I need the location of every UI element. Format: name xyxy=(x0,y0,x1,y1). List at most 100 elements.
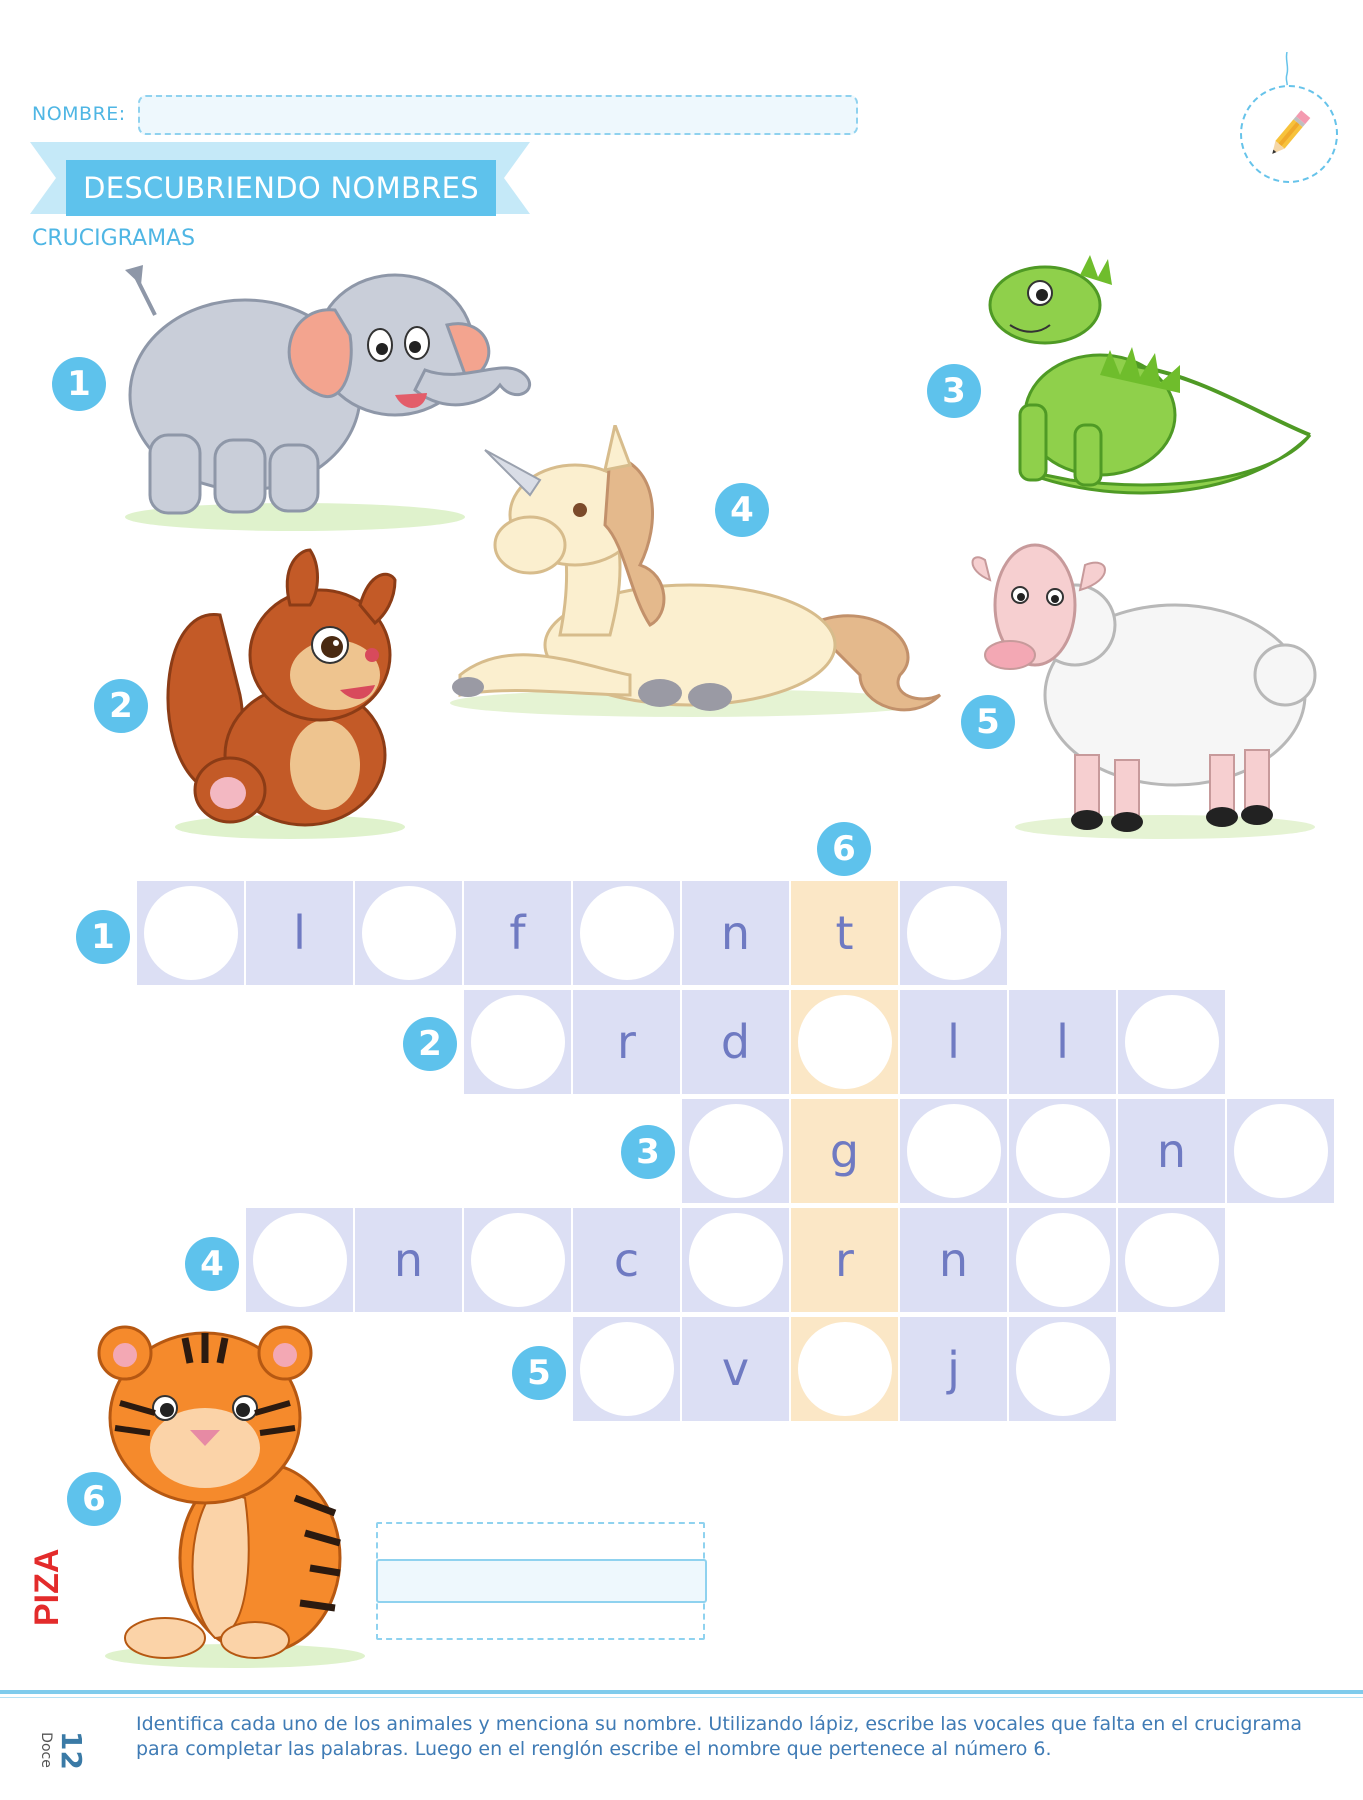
crossword-cell: n xyxy=(682,881,789,985)
crossword-cell[interactable] xyxy=(1118,990,1225,1094)
publisher-logo: PIZA xyxy=(28,1549,66,1626)
crossword-cell[interactable] xyxy=(246,1208,353,1312)
crossword-cell[interactable] xyxy=(682,1099,789,1203)
crossword-blank[interactable] xyxy=(797,1322,892,1416)
crossword-letter: r xyxy=(617,1015,636,1069)
crossword-cell[interactable] xyxy=(1009,1099,1116,1203)
crossword-letter: n xyxy=(938,1233,969,1287)
crossword-blank[interactable] xyxy=(1233,1104,1328,1198)
answer-line[interactable] xyxy=(376,1559,707,1603)
animal-number-3: 3 xyxy=(927,364,981,418)
crossword-cell: n xyxy=(355,1208,462,1312)
crossword-cell: l xyxy=(900,990,1007,1094)
crossword-blank[interactable] xyxy=(579,886,674,980)
crossword-row-number-1: 1 xyxy=(76,910,130,964)
squirrel-illustration xyxy=(166,548,405,839)
crossword-cell: g xyxy=(791,1099,898,1203)
crossword-letter: d xyxy=(720,1015,751,1069)
crossword-column-number-6: 6 xyxy=(817,822,871,876)
crossword-cell: t xyxy=(791,881,898,985)
crossword-cell: v xyxy=(682,1317,789,1421)
crossword-letter: l xyxy=(1056,1015,1069,1069)
crossword-cell[interactable] xyxy=(682,1208,789,1312)
crossword-letter: v xyxy=(721,1342,750,1396)
sheep-illustration xyxy=(971,543,1317,839)
svg-text:PIZA: PIZA xyxy=(28,1549,66,1626)
crossword-blank[interactable] xyxy=(143,886,238,980)
crossword-letter: c xyxy=(613,1233,640,1287)
crossword-cell[interactable] xyxy=(355,881,462,985)
crossword-letter: n xyxy=(1156,1124,1187,1178)
animal-number-2: 2 xyxy=(94,679,148,733)
crossword-cell[interactable] xyxy=(1009,1317,1116,1421)
crossword-blank[interactable] xyxy=(1124,1213,1219,1307)
crossword-letter: g xyxy=(829,1124,860,1178)
animal-number-1: 1 xyxy=(52,357,106,411)
page-number-digits: 12 xyxy=(54,1731,88,1770)
name-field[interactable] xyxy=(138,95,858,135)
crossword-blank[interactable] xyxy=(906,886,1001,980)
crossword-cell: f xyxy=(464,881,571,985)
crossword-letter: r xyxy=(835,1233,854,1287)
crossword-cell: l xyxy=(246,881,353,985)
crossword-blank[interactable] xyxy=(906,1104,1001,1198)
animal-number-4: 4 xyxy=(715,483,769,537)
crossword-blank[interactable] xyxy=(797,995,892,1089)
crossword-cell: l xyxy=(1009,990,1116,1094)
page-number-word: Doce xyxy=(37,1732,54,1768)
crossword-blank[interactable] xyxy=(1015,1104,1110,1198)
crossword-blank[interactable] xyxy=(252,1213,347,1307)
crossword-row-number-4: 4 xyxy=(185,1237,239,1291)
animal-number-6: 6 xyxy=(67,1472,121,1526)
name-label: NOMBRE: xyxy=(32,103,126,125)
crossword-cell[interactable] xyxy=(137,881,244,985)
instructions-text: Identifica cada uno de los animales y me… xyxy=(136,1713,1303,1760)
crossword-letter: t xyxy=(835,906,854,960)
crossword-cell[interactable] xyxy=(1009,1208,1116,1312)
crossword-row-number-2: 2 xyxy=(403,1017,457,1071)
page-number: 12 Doce xyxy=(30,1716,88,1796)
crossword-cell[interactable] xyxy=(900,1099,1007,1203)
crossword-cell: c xyxy=(573,1208,680,1312)
crossword-blank[interactable] xyxy=(1015,1322,1110,1416)
crossword-blank[interactable] xyxy=(470,995,565,1089)
crossword-blank[interactable] xyxy=(1124,995,1219,1089)
crossword-cell: r xyxy=(573,990,680,1094)
crossword-blank[interactable] xyxy=(579,1322,674,1416)
crossword-cell[interactable] xyxy=(573,1317,680,1421)
crossword-cell[interactable] xyxy=(1227,1099,1334,1203)
footer-divider-thin xyxy=(0,1697,1363,1698)
crossword-cell: d xyxy=(682,990,789,1094)
crossword-letter: l xyxy=(947,1015,960,1069)
crossword-blank[interactable] xyxy=(688,1213,783,1307)
iguana-illustration xyxy=(988,255,1312,495)
crossword-blank[interactable] xyxy=(361,886,456,980)
crossword-letter: j xyxy=(947,1342,960,1396)
crossword-cell[interactable] xyxy=(573,881,680,985)
crossword-cell[interactable] xyxy=(1118,1208,1225,1312)
crossword-letter: n xyxy=(720,906,751,960)
crossword-row-number-3: 3 xyxy=(621,1125,675,1179)
crossword-cell: n xyxy=(1118,1099,1225,1203)
crossword-cell[interactable] xyxy=(791,1317,898,1421)
animal-number-5: 5 xyxy=(961,695,1015,749)
crossword-letter: l xyxy=(293,906,306,960)
page-title: DESCUBRIENDO NOMBRES xyxy=(66,160,496,216)
crossword-cell[interactable] xyxy=(900,881,1007,985)
tiger-illustration xyxy=(97,1325,365,1668)
pencil-badge xyxy=(1240,85,1338,183)
crossword-blank[interactable] xyxy=(1015,1213,1110,1307)
pencil-string-decoration xyxy=(1285,52,1289,86)
crossword-blank[interactable] xyxy=(688,1104,783,1198)
crossword-row-number-5: 5 xyxy=(512,1346,566,1400)
page-subtitle: CRUCIGRAMAS xyxy=(32,226,196,251)
unicorn-illustration xyxy=(450,425,942,717)
crossword-cell[interactable] xyxy=(791,990,898,1094)
crossword-cell: j xyxy=(900,1317,1007,1421)
crossword-letter: n xyxy=(393,1233,424,1287)
crossword-cell[interactable] xyxy=(464,990,571,1094)
crossword-cell: r xyxy=(791,1208,898,1312)
crossword-blank[interactable] xyxy=(470,1213,565,1307)
crossword-letter: f xyxy=(509,906,526,960)
crossword-cell[interactable] xyxy=(464,1208,571,1312)
